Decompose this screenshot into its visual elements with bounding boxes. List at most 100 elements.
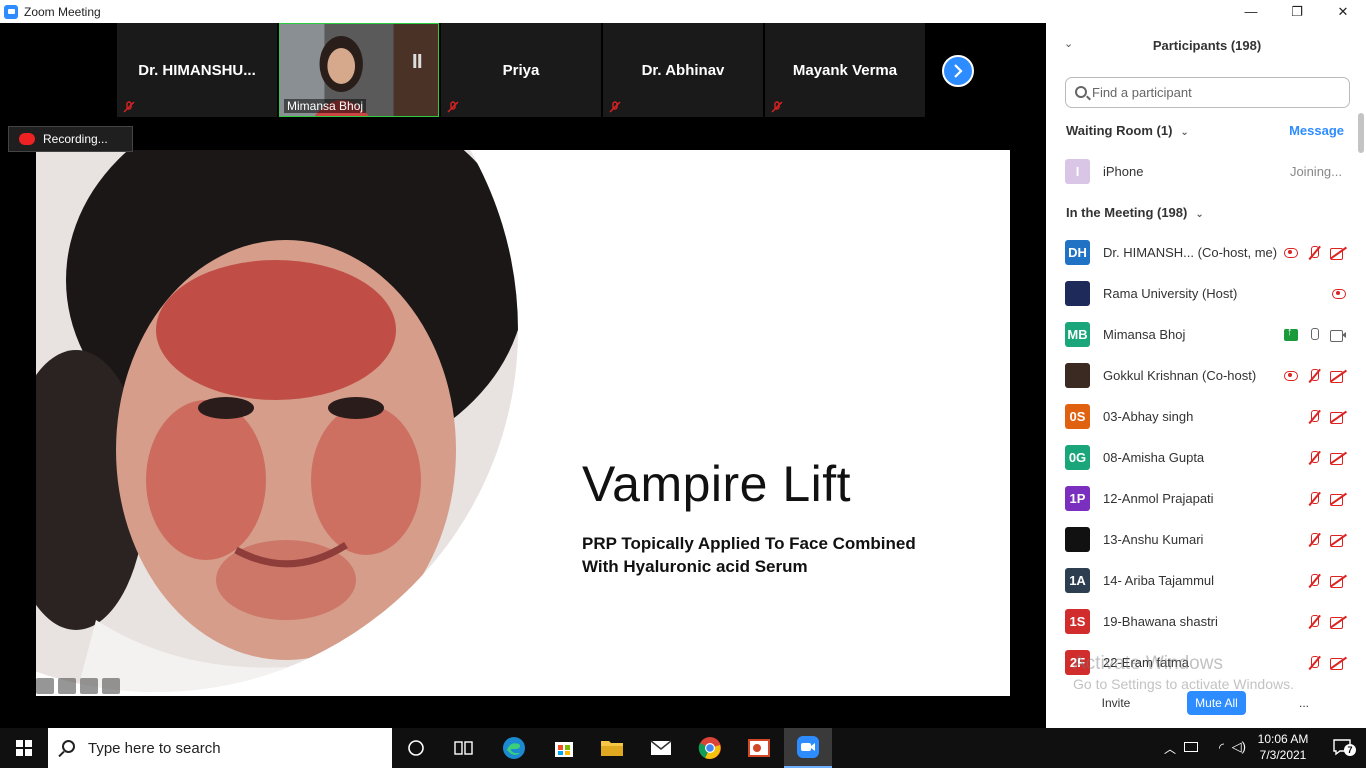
avatar: DH [1065,240,1090,265]
activate-windows-watermark: Activate Windows Go to Settings to activ… [1073,653,1294,692]
mic-off-icon[interactable] [1306,655,1322,670]
collapse-panel-icon[interactable]: ⌄ [1064,37,1073,50]
close-button[interactable]: ✕ [1320,0,1366,23]
store-button[interactable] [540,728,588,768]
participant-row[interactable]: DH Dr. HIMANSH... (Co-host, me) [1046,232,1352,273]
mic-off-icon[interactable] [1306,614,1322,629]
avatar: 1P [1065,486,1090,511]
search-icon [62,740,75,753]
video-icon[interactable] [1330,328,1346,342]
previous-slide-icon[interactable] [36,678,54,694]
next-page-button[interactable] [942,55,974,87]
volume-icon[interactable]: ◁) [1232,739,1246,755]
participant-status: Joining... [1289,164,1342,179]
participant-name: 19-Bhawana shastri [1103,614,1218,629]
slide-menu-icon[interactable] [80,678,98,694]
message-button[interactable]: Message [1289,123,1344,138]
wifi-icon[interactable]: ◜ [1219,740,1224,756]
participant-row[interactable]: 1P 12-Anmol Prajapati [1046,478,1352,519]
panel-scrollbar[interactable] [1358,113,1364,153]
restore-button[interactable]: ❐ [1274,0,1320,23]
zoom-app-icon [4,4,18,19]
mic-off-icon[interactable] [1306,409,1322,424]
participant-name: 14- Ariba Tajammul [1103,573,1215,588]
presentation-slide: Vampire Lift PRP Topically Applied To Fa… [36,150,1010,696]
participant-row[interactable]: Gokkul Krishnan (Co-host) [1046,355,1352,396]
mute-all-button[interactable]: Mute All [1187,691,1246,715]
video-off-icon[interactable] [1330,451,1346,465]
participant-status-icons [1306,409,1346,424]
taskbar-search-placeholder: Type here to search [88,739,221,757]
task-view-icon [454,741,473,755]
watermark-title: Activate Windows [1073,653,1223,674]
mic-off-icon [447,101,459,113]
recording-indicator[interactable]: Recording... [8,126,133,152]
mic-off-icon[interactable] [1306,245,1322,260]
participant-row[interactable]: 0G 08-Amisha Gupta [1046,437,1352,478]
file-explorer-button[interactable] [588,728,636,768]
participant-search-input[interactable]: Find a participant [1065,77,1350,108]
invite-button[interactable]: Invite [1096,691,1136,715]
system-clock[interactable]: 10:06 AM 7/3/2021 [1248,731,1318,763]
mic-off-icon[interactable] [1306,573,1322,588]
participant-row[interactable]: 1S 19-Bhawana shastri [1046,601,1352,642]
participant-row[interactable]: 0S 03-Abhay singh [1046,396,1352,437]
tile-name: Dr. Abhinav [641,62,725,79]
mail-button[interactable] [637,728,685,768]
window-title: Zoom Meeting [24,4,101,19]
battery-icon[interactable] [1184,742,1198,752]
participant-status-icons [1284,326,1346,342]
waiting-room-header[interactable]: Waiting Room (1) ⌄ [1066,123,1189,138]
participant-tile[interactable]: Dr. HIMANSHU... [117,23,277,117]
participant-tile[interactable]: Dr. Abhinav [603,23,763,117]
panel-footer: Invite Mute All ... [1046,691,1366,717]
video-off-icon[interactable] [1330,246,1346,260]
pen-icon[interactable] [58,678,76,694]
more-options-button[interactable]: ... [1292,691,1316,715]
slideshow-controls [36,678,120,694]
video-off-icon[interactable] [1330,410,1346,424]
recording-icon [19,133,35,145]
participant-name: iPhone [1103,164,1144,179]
video-off-icon[interactable] [1330,369,1346,383]
powerpoint-button[interactable] [735,728,783,768]
chrome-button[interactable] [686,728,734,768]
waiting-participant-row[interactable]: I iPhone Joining... [1046,151,1352,192]
participant-status-icons [1306,491,1346,506]
video-off-icon[interactable] [1330,533,1346,547]
participant-row[interactable]: MB Mimansa Bhoj [1046,314,1352,355]
mic-icon[interactable] [1306,327,1322,342]
participant-tile[interactable]: Mayank Verma [765,23,925,117]
cortana-button[interactable] [392,728,440,768]
watermark-subtitle: Go to Settings to activate Windows. [1073,676,1294,692]
video-off-icon[interactable] [1330,656,1346,670]
mic-off-icon[interactable] [1306,450,1322,465]
mic-off-icon[interactable] [1306,368,1322,383]
show-hidden-icons-icon[interactable]: ︿ [1164,740,1176,757]
zoom-taskbar-button[interactable] [784,728,832,768]
task-view-button[interactable] [440,728,488,768]
clock-time: 10:06 AM [1257,732,1309,746]
minimize-button[interactable]: — [1228,0,1274,23]
participant-row[interactable]: 1A 14- Ariba Tajammul [1046,560,1352,601]
mic-off-icon [771,101,783,113]
taskbar-search-box[interactable]: Type here to search [48,728,392,768]
video-off-icon[interactable] [1330,574,1346,588]
search-placeholder: Find a participant [1092,85,1192,100]
participant-tile-video[interactable]: Mimansa Bhoj [279,23,439,117]
action-center-button[interactable]: 7 [1332,738,1356,756]
participant-row[interactable]: Rama University (Host) [1046,273,1352,314]
mic-off-icon[interactable] [1306,532,1322,547]
participant-row[interactable]: 13-Anshu Kumari [1046,519,1352,560]
zoom-icon [797,736,819,758]
participant-tile[interactable]: Priya [441,23,601,117]
mic-off-icon[interactable] [1306,491,1322,506]
video-off-icon[interactable] [1330,492,1346,506]
edge-button[interactable] [490,728,538,768]
participant-name: 03-Abhay singh [1103,409,1194,424]
start-button[interactable] [0,728,48,768]
next-slide-icon[interactable] [102,678,120,694]
video-off-icon[interactable] [1330,615,1346,629]
participant-name: Mimansa Bhoj [1103,327,1186,342]
in-meeting-header[interactable]: In the Meeting (198) ⌄ [1066,205,1204,220]
